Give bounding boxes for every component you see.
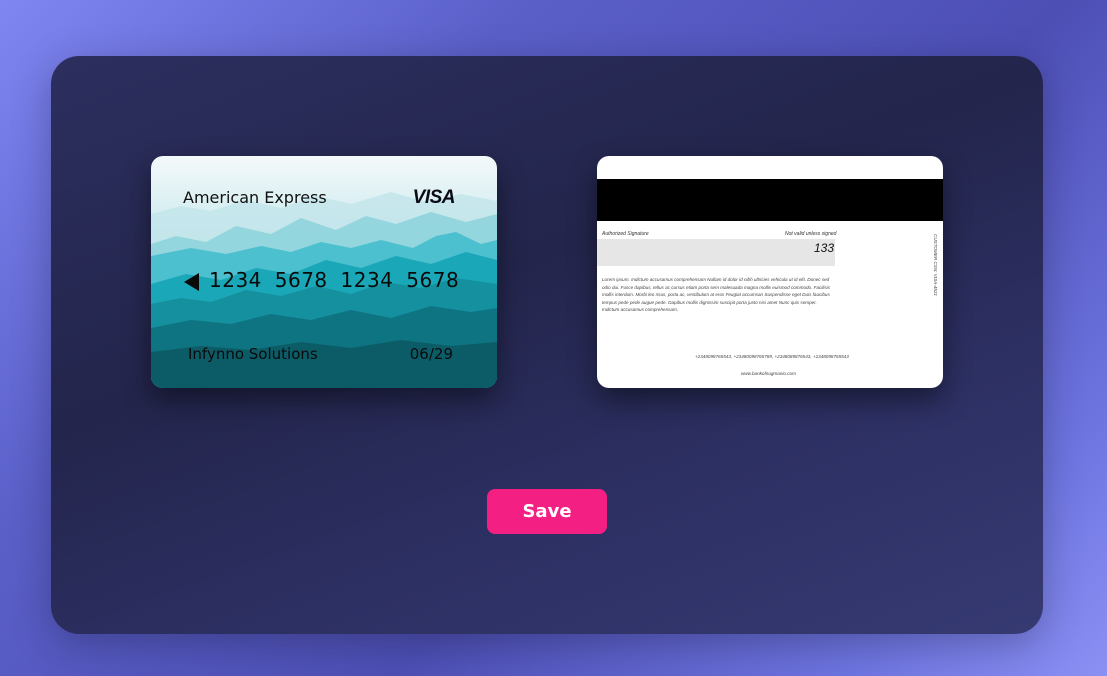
card-number: 1234 5678 1234 5678 xyxy=(209,268,460,292)
save-button[interactable]: Save xyxy=(487,489,607,534)
visa-logo: VISA xyxy=(412,187,456,208)
signature-strip xyxy=(597,239,835,266)
chip-triangle-icon xyxy=(184,273,199,291)
card-holder-name: Infynno Solutions xyxy=(188,345,318,363)
card-expiry: 06/29 xyxy=(409,345,453,363)
not-valid-label: Not valid unless signed xyxy=(785,231,837,237)
cvv-code: 133 xyxy=(814,241,835,255)
credit-card-back[interactable]: Authorized Signature Not valid unless si… xyxy=(597,156,943,388)
card-vertical-text: CUSTOMER CSN: VISA-4521 xyxy=(933,234,938,296)
bank-phone-numbers: +2348098765543, +23480098765789, +234808… xyxy=(695,354,849,359)
credit-card-front[interactable]: American Express VISA 1234 5678 1234 567… xyxy=(151,156,497,388)
card-disclaimer-text: Lorem ipsum. Indictum accusamus comprehe… xyxy=(602,277,831,313)
magnetic-strip xyxy=(597,179,943,221)
card-issuer: American Express xyxy=(183,188,327,207)
signature-label: Authorized Signature xyxy=(602,231,649,237)
bank-website: www.bankofnugmanio.com xyxy=(741,371,796,376)
